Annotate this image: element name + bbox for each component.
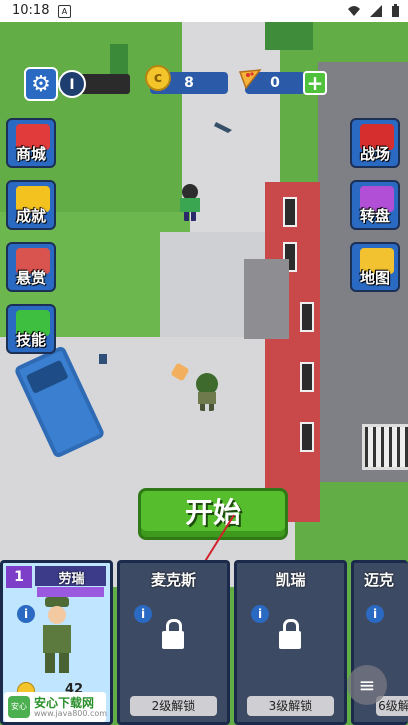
- wheel-label: 转盘: [359, 207, 390, 225]
- character-card-locked[interactable]: 凯瑞 i 3级解锁: [234, 560, 347, 725]
- character-card-locked[interactable]: 麦克斯 i 2级解锁: [117, 560, 230, 725]
- signal-icon: [370, 5, 382, 17]
- bounty-button[interactable]: 悬赏: [6, 242, 56, 292]
- add-pizza-button[interactable]: +: [303, 71, 327, 95]
- building-window: [283, 197, 297, 227]
- coin-icon: c: [145, 65, 171, 91]
- character-name: 迈克: [364, 571, 395, 589]
- debris-item: [99, 354, 107, 364]
- lock-icon: [279, 619, 301, 649]
- menu-fab-button[interactable]: ≡: [347, 665, 387, 705]
- sim-notification-icon: A: [58, 5, 71, 18]
- watermark-logo: 安心: [8, 696, 30, 718]
- watermark: 安心 安心下载网 www.java800.com: [4, 692, 108, 722]
- character-name: 麦克斯: [150, 571, 196, 589]
- start-button[interactable]: 开始: [138, 488, 288, 540]
- building-window: [300, 302, 314, 332]
- battery-icon: [392, 4, 399, 17]
- pizza-icon: [238, 69, 262, 90]
- battlefield-label: 战场: [359, 145, 390, 163]
- building-window: [300, 362, 314, 392]
- info-icon[interactable]: i: [251, 605, 269, 623]
- map-button[interactable]: 地图: [350, 242, 400, 292]
- unlock-requirement: 3级解锁: [247, 696, 334, 716]
- building-window: [300, 422, 314, 452]
- unlock-requirement: 2级解锁: [130, 696, 217, 716]
- vent-grill: [362, 424, 408, 470]
- lock-icon: [162, 619, 184, 649]
- info-icon[interactable]: i: [366, 605, 384, 623]
- soldier-player: [196, 373, 218, 411]
- skill-button[interactable]: 技能: [6, 304, 56, 354]
- concrete-pillar: [244, 259, 289, 339]
- soldier-portrait: [43, 597, 71, 673]
- settings-button[interactable]: ⚙: [24, 67, 58, 101]
- debris-item: [214, 122, 232, 133]
- zombie-character: [180, 184, 200, 221]
- hamburger-icon: ≡: [358, 673, 376, 697]
- shop-button[interactable]: 商城: [6, 118, 56, 168]
- wifi-icon: [348, 6, 360, 16]
- character-level-badge: 1: [6, 566, 32, 588]
- map-label: 地图: [359, 269, 390, 287]
- bounty-label: 悬赏: [15, 269, 46, 287]
- building-red-wall: [265, 182, 320, 522]
- status-icons: [347, 4, 400, 18]
- battlefield-button[interactable]: 战场: [350, 118, 400, 168]
- achievement-button[interactable]: 成就: [6, 180, 56, 230]
- character-name: 劳瑞: [58, 572, 85, 587]
- info-icon[interactable]: i: [134, 605, 152, 623]
- status-bar: 10:18 A: [0, 0, 408, 22]
- wheel-button[interactable]: 转盘: [350, 180, 400, 230]
- player-level: I: [58, 70, 86, 98]
- gear-icon: ⚙: [31, 71, 51, 97]
- character-name: 凯瑞: [275, 571, 306, 589]
- skill-label: 技能: [15, 331, 46, 349]
- shop-label: 商城: [15, 145, 46, 163]
- green-block: [265, 22, 313, 50]
- status-time: 10:18: [12, 3, 50, 18]
- watermark-url: www.java800.com: [34, 709, 108, 718]
- achievement-label: 成就: [15, 207, 46, 225]
